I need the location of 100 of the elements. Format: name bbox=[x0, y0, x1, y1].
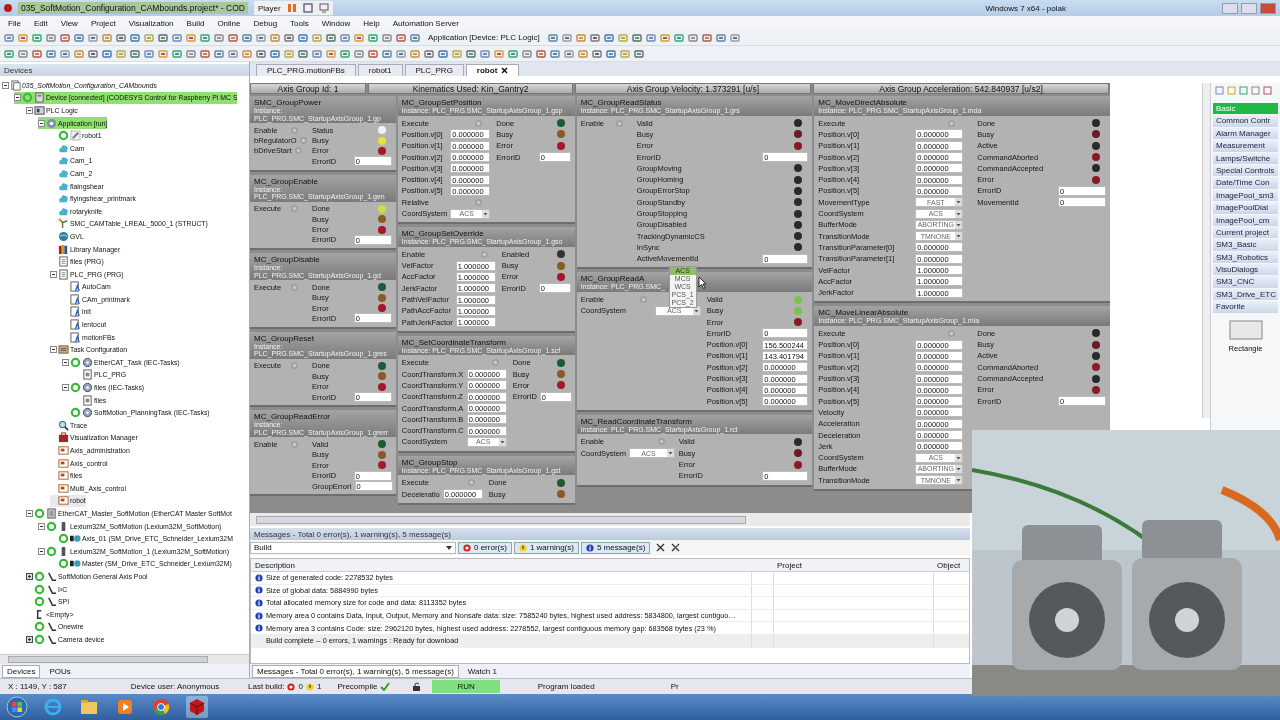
scrollbar[interactable] bbox=[0, 654, 249, 664]
toolbar-glyph-icon[interactable] bbox=[186, 48, 196, 59]
toolbar-glyph-icon[interactable] bbox=[60, 32, 70, 43]
toggle-button[interactable] bbox=[291, 283, 298, 291]
toolbar-glyph-icon[interactable] bbox=[578, 48, 588, 59]
menu-item[interactable]: View bbox=[60, 18, 78, 28]
cube-icon[interactable] bbox=[186, 696, 208, 718]
toolbar-glyph-icon[interactable] bbox=[592, 48, 602, 59]
toolbar-glyph-icon[interactable] bbox=[480, 48, 490, 59]
minimize-button[interactable] bbox=[1222, 2, 1238, 14]
toolbar-glyph-icon[interactable] bbox=[4, 32, 14, 43]
pane-tab[interactable]: POUs bbox=[44, 664, 76, 678]
toolbar-glyph-icon[interactable] bbox=[396, 32, 406, 43]
toolbar-glyph-icon[interactable] bbox=[326, 48, 336, 59]
collapse-icon[interactable] bbox=[26, 510, 33, 517]
application-selector[interactable]: Application [Device: PLC Logic] bbox=[424, 33, 544, 42]
maximize-button[interactable] bbox=[1241, 2, 1257, 14]
toolbox-category[interactable]: SM3_Drive_ETC bbox=[1213, 288, 1278, 301]
toolbox-category[interactable]: Lamps/Switche bbox=[1213, 152, 1278, 164]
toolbar-glyph-icon[interactable] bbox=[547, 32, 558, 43]
toolbar-glyph-icon[interactable] bbox=[424, 48, 434, 59]
toolbar-glyph-icon[interactable] bbox=[60, 48, 70, 59]
toolbar-glyph-icon[interactable] bbox=[228, 48, 238, 59]
toolbar-glyph-icon[interactable] bbox=[256, 48, 266, 59]
editor-tab[interactable]: PLC_PRG bbox=[404, 64, 464, 76]
menu-item[interactable]: Window bbox=[321, 18, 351, 28]
toolbar-glyph-icon[interactable] bbox=[312, 32, 322, 43]
fullscreen-icon[interactable] bbox=[302, 3, 313, 13]
collapse-icon[interactable] bbox=[38, 547, 45, 555]
toolbar-glyph-icon[interactable] bbox=[687, 32, 698, 43]
menu-item[interactable]: File bbox=[8, 18, 21, 28]
toggle-button[interactable] bbox=[480, 250, 488, 258]
toolbox-category[interactable]: ImagePool_sm3 bbox=[1213, 189, 1278, 202]
toolbox-category[interactable]: SM3_Robotics bbox=[1213, 251, 1278, 264]
toolbar-glyph-icon[interactable] bbox=[18, 48, 28, 59]
toolbar-glyph-icon[interactable] bbox=[368, 48, 378, 59]
toggle-button[interactable] bbox=[475, 198, 483, 206]
column-header[interactable]: Object bbox=[933, 559, 969, 572]
toolbar-glyph-icon[interactable] bbox=[214, 48, 224, 59]
toolbar-glyph-icon[interactable] bbox=[270, 32, 280, 43]
toolbar-glyph-icon[interactable] bbox=[186, 32, 196, 43]
toolbox-category[interactable]: ImagePool_cm bbox=[1213, 214, 1278, 226]
editor-tab[interactable]: robot bbox=[465, 64, 520, 76]
toolbar-glyph-icon[interactable] bbox=[326, 32, 336, 43]
toolbar-glyph-icon[interactable] bbox=[494, 48, 504, 59]
player-menu[interactable]: Player bbox=[257, 3, 281, 13]
collapse-icon[interactable] bbox=[50, 346, 57, 354]
toggle-button[interactable] bbox=[291, 440, 298, 448]
toolbar-glyph-icon[interactable] bbox=[396, 48, 406, 59]
chrome-icon[interactable] bbox=[150, 696, 172, 718]
toolbar-glyph-icon[interactable] bbox=[617, 32, 628, 43]
toolbox-category[interactable]: Date/Time Con bbox=[1213, 177, 1278, 189]
toolbar-glyph-icon[interactable] bbox=[298, 32, 308, 43]
toolbar-glyph-icon[interactable] bbox=[200, 32, 210, 43]
toolbar-glyph-icon[interactable] bbox=[144, 32, 154, 43]
toolbar-glyph-icon[interactable] bbox=[575, 32, 586, 43]
toggle-button[interactable] bbox=[639, 296, 647, 303]
toolbar-glyph-icon[interactable] bbox=[659, 32, 670, 43]
toggle-button[interactable] bbox=[467, 479, 475, 487]
toggle-button[interactable] bbox=[291, 205, 298, 213]
toolbar-glyph-icon[interactable] bbox=[382, 32, 392, 43]
toolbox-category[interactable]: Alarm Manager bbox=[1213, 127, 1278, 140]
toolbar-glyph-icon[interactable] bbox=[88, 48, 98, 59]
filter-button[interactable]: 5 message(s) bbox=[580, 541, 651, 554]
collapse-icon[interactable] bbox=[50, 270, 57, 278]
menu-item[interactable]: Project bbox=[90, 18, 116, 28]
toolbar-glyph-icon[interactable] bbox=[561, 32, 572, 43]
collapse-icon[interactable] bbox=[62, 384, 69, 392]
toolbar-glyph-icon[interactable] bbox=[340, 48, 350, 59]
toolbox-category[interactable]: Measurement bbox=[1213, 140, 1278, 152]
toolbar-glyph-icon[interactable] bbox=[172, 48, 182, 59]
menu-item[interactable]: Debug bbox=[253, 18, 278, 28]
toggle-button[interactable] bbox=[657, 438, 665, 446]
filter-button[interactable]: 0 error(s) bbox=[458, 541, 512, 554]
toolbar-glyph-icon[interactable] bbox=[46, 32, 56, 43]
toolbar-glyph-icon[interactable] bbox=[158, 48, 168, 59]
toggle-button[interactable] bbox=[491, 359, 499, 367]
toolbar-glyph-icon[interactable] bbox=[645, 32, 656, 43]
start-icon[interactable] bbox=[6, 696, 28, 718]
close-icon[interactable] bbox=[656, 543, 666, 552]
menu-item[interactable]: Automation Server bbox=[392, 18, 459, 28]
collapse-icon[interactable] bbox=[2, 81, 9, 89]
pane-tab[interactable]: Watch 1 bbox=[462, 664, 502, 678]
toolbar-glyph-icon[interactable] bbox=[270, 48, 280, 59]
toolbar-glyph-icon[interactable] bbox=[522, 48, 532, 59]
toolbar-glyph-icon[interactable] bbox=[228, 32, 238, 43]
toggle-button[interactable] bbox=[475, 119, 483, 127]
toolbar-glyph-icon[interactable] bbox=[74, 32, 84, 43]
toolbar-glyph-icon[interactable] bbox=[701, 32, 712, 43]
collapse-icon[interactable] bbox=[14, 94, 21, 102]
toolbar-glyph-icon[interactable] bbox=[284, 48, 294, 59]
menu-item[interactable]: Edit bbox=[33, 18, 48, 28]
column-header[interactable]: Project bbox=[773, 559, 933, 572]
toolbar-glyph-icon[interactable] bbox=[340, 32, 350, 43]
toolbar-glyph-icon[interactable] bbox=[673, 32, 684, 43]
toggle-button[interactable] bbox=[948, 119, 956, 127]
toolbar-glyph-icon[interactable] bbox=[550, 48, 560, 59]
toolbar-glyph-icon[interactable] bbox=[32, 48, 42, 59]
toolbar-glyph-icon[interactable] bbox=[438, 48, 448, 59]
close-icon[interactable] bbox=[501, 67, 509, 74]
